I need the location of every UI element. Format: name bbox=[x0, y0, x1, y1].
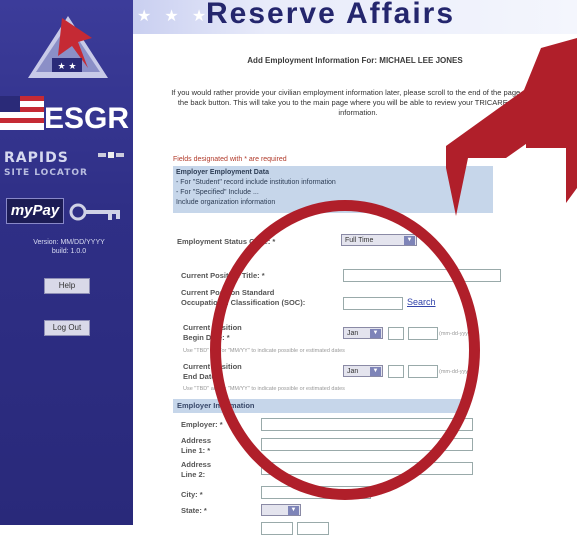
address2-label: Address bbox=[181, 460, 212, 469]
esgr-logo-text: ESGR bbox=[44, 102, 129, 135]
satellite-icon bbox=[98, 152, 124, 158]
red-arrow-overlay-icon bbox=[446, 38, 577, 216]
logout-button[interactable]: Log Out bbox=[44, 320, 90, 336]
site-locator-label: SITE LOCATOR bbox=[4, 168, 88, 178]
required-note: Fields designated with * are required bbox=[173, 156, 287, 163]
header-banner: ★ ★ ★ Reserve Affairs bbox=[133, 0, 577, 34]
help-box-line: - For "Specified" Include ... bbox=[176, 189, 259, 196]
address1-label: Line 1: * bbox=[181, 446, 211, 455]
seal-logo-icon: ★ ★ bbox=[28, 16, 108, 78]
chevron-down-icon: ▼ bbox=[288, 506, 299, 515]
employer-label: Employer: * bbox=[181, 420, 223, 429]
stars-decoration: ★ ★ ★ bbox=[137, 6, 211, 25]
help-box-line: Include organization information bbox=[176, 199, 276, 206]
sidebar: ★ ★ ESGR RAPIDS SITE LOCATOR myPay Versi… bbox=[0, 0, 133, 525]
mypay-link[interactable]: myPay bbox=[6, 198, 128, 226]
page-banner-title: Reserve Affairs bbox=[206, 0, 456, 30]
zip-ext-input[interactable] bbox=[297, 522, 329, 535]
esgr-flag-logo: ESGR bbox=[0, 96, 129, 135]
rapids-site-locator-link[interactable]: RAPIDS SITE LOCATOR bbox=[2, 148, 131, 184]
build-line: build: 1.0.0 bbox=[51, 248, 87, 255]
state-select[interactable]: ▼ bbox=[261, 504, 301, 516]
zip-input[interactable] bbox=[261, 522, 293, 535]
red-circle-overlay bbox=[210, 200, 480, 500]
state-label: State: * bbox=[181, 506, 207, 515]
address1-label: Address bbox=[181, 436, 212, 445]
help-button[interactable]: Help bbox=[44, 278, 90, 294]
help-box-title: Employer Employment Data bbox=[176, 169, 269, 176]
key-icon bbox=[69, 203, 120, 221]
mypay-label: myPay bbox=[6, 198, 64, 224]
svg-text:★ ★: ★ ★ bbox=[58, 62, 77, 72]
city-label: City: * bbox=[181, 490, 203, 499]
version-info: Version: MM/DD/YYYY build: 1.0.0 bbox=[14, 238, 124, 256]
version-line: Version: MM/DD/YYYY bbox=[33, 239, 105, 246]
help-box-line: - For "Student" record include instituti… bbox=[176, 179, 336, 186]
address2-label: Line 2: bbox=[181, 470, 206, 479]
rapids-label: RAPIDS bbox=[4, 150, 69, 166]
